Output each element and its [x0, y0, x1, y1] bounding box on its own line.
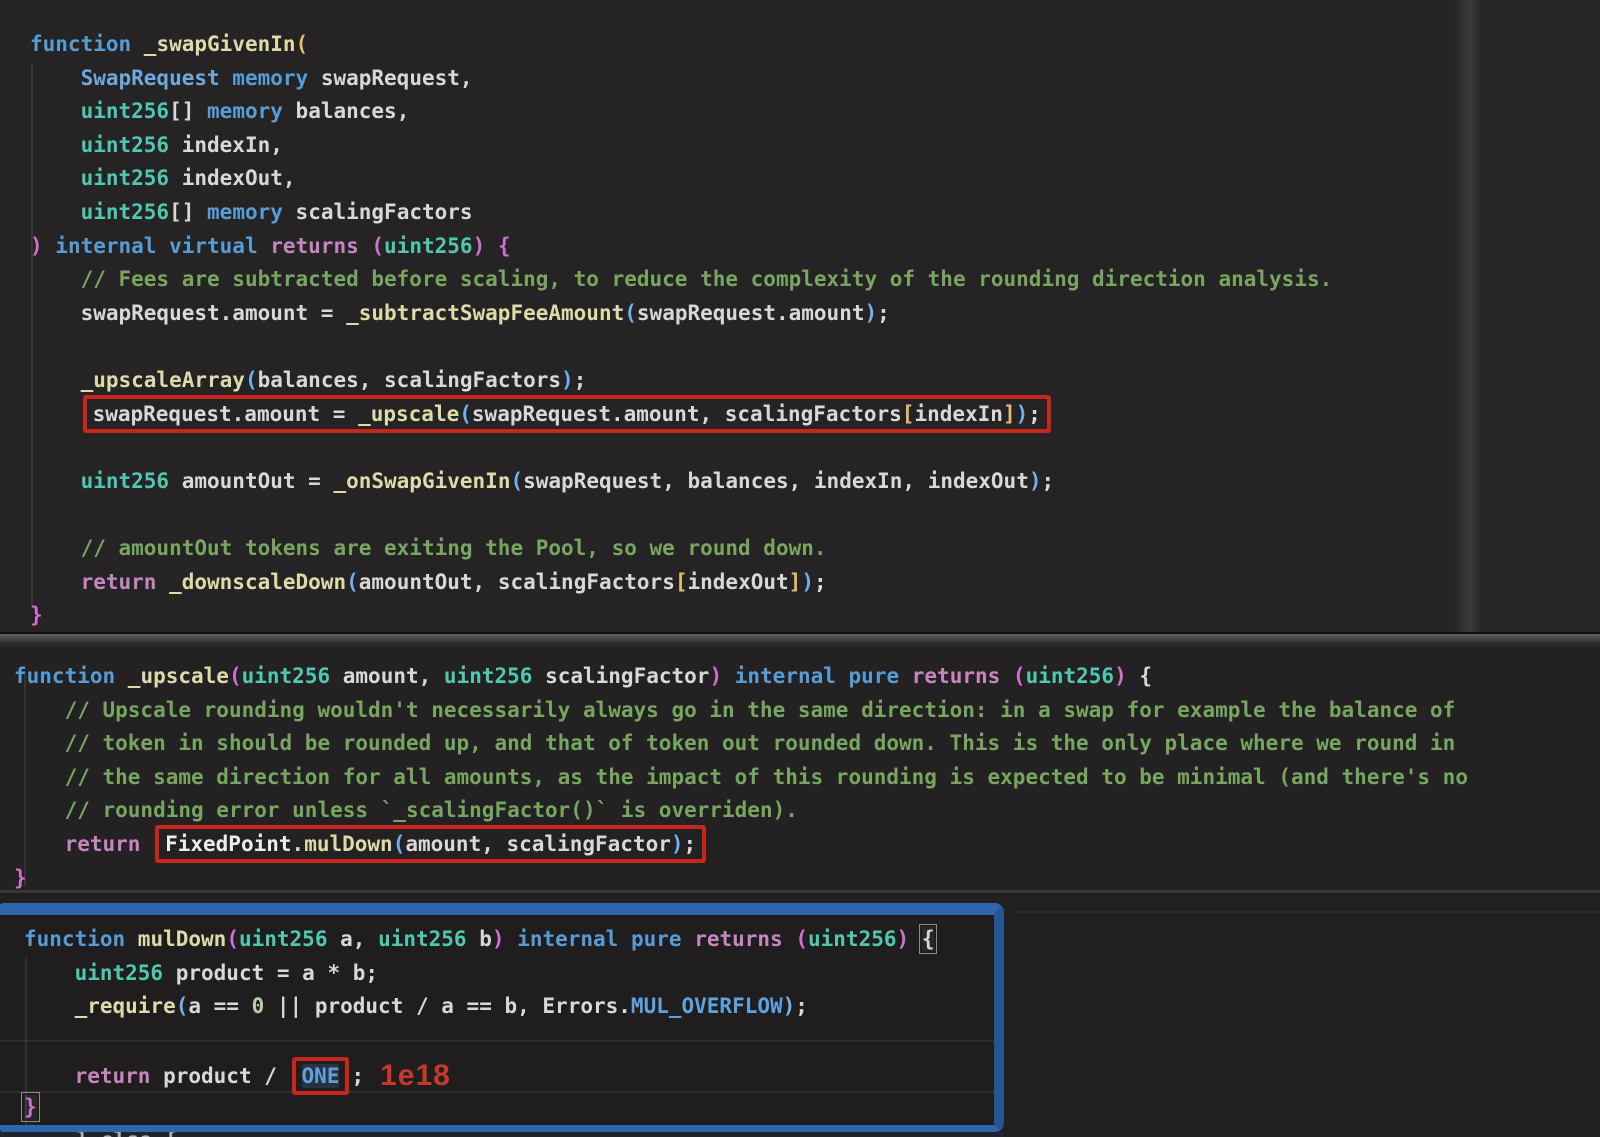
code-line: [30, 330, 1332, 364]
horizontal-divider: [0, 890, 1600, 893]
code-line: function _swapGivenIn(: [30, 28, 1332, 62]
code-line: // Upscale rounding wouldn't necessarily…: [14, 694, 1468, 728]
code-line: swapRequest.amount = _upscale(swapReques…: [30, 398, 1332, 432]
code-line: // Fees are subtracted before scaling, t…: [30, 263, 1332, 297]
code-line: uint256[] memory scalingFactors: [30, 196, 1332, 230]
code-line: return _downscaleDown(amountOut, scaling…: [30, 566, 1332, 600]
clipped-code-text: } else {: [0, 1132, 1004, 1137]
code-line: function mulDown(uint256 a, uint256 b) i…: [24, 923, 934, 957]
panel-top-glow: [0, 634, 1600, 649]
code-line: [30, 431, 1332, 465]
code-line: ) internal virtual returns (uint256) {: [30, 230, 1332, 264]
annotation-box: ONE: [292, 1057, 350, 1095]
annotation-text: 1e18: [380, 1059, 451, 1092]
clipped-code-line: } else {: [0, 1132, 1004, 1137]
code-line: function _upscale(uint256 amount, uint25…: [14, 660, 1468, 694]
code-line: SwapRequest memory swapRequest,: [30, 62, 1332, 96]
code-line: // amountOut tokens are exiting the Pool…: [30, 532, 1332, 566]
code-line: uint256 amountOut = _onSwapGivenIn(swapR…: [30, 465, 1332, 499]
code-line: [30, 498, 1332, 532]
code-block: function mulDown(uint256 a, uint256 b) i…: [24, 923, 934, 1125]
code-line: // token in should be rounded up, and th…: [14, 727, 1468, 761]
annotation-box: FixedPoint.mulDown(amount, scalingFactor…: [155, 825, 706, 863]
code-line: uint256[] memory balances,: [30, 95, 1332, 129]
code-line: return product / ONE;1e18: [24, 1057, 934, 1091]
code-panel-upscale: function _upscale(uint256 amount, uint25…: [0, 632, 1600, 893]
editor-right-gutter: [1485, 0, 1600, 632]
code-line: }: [30, 599, 1332, 633]
code-line: return FixedPoint.mulDown(amount, scalin…: [14, 828, 1468, 862]
horizontal-divider-faint: [1012, 911, 1600, 913]
code-line: _upscaleArray(balances, scalingFactors);: [30, 364, 1332, 398]
scrollbar[interactable]: [1453, 0, 1485, 632]
code-block: function _upscale(uint256 amount, uint25…: [14, 660, 1468, 895]
definition-popup-muldown[interactable]: function mulDown(uint256 a, uint256 b) i…: [0, 903, 1004, 1132]
code-line: uint256 product = a * b;: [24, 957, 934, 991]
code-line: // the same direction for all amounts, a…: [14, 761, 1468, 795]
code-block: function _swapGivenIn( SwapRequest memor…: [30, 28, 1332, 633]
code-line: // rounding error unless `_scalingFactor…: [14, 794, 1468, 828]
code-line: [24, 1024, 934, 1058]
code-panel-swap-given-in: function _swapGivenIn( SwapRequest memor…: [0, 0, 1600, 632]
screenshot-canvas: function _swapGivenIn( SwapRequest memor…: [0, 0, 1600, 1137]
code-line: uint256 indexIn,: [30, 129, 1332, 163]
code-line: }: [24, 1091, 934, 1125]
code-line: swapRequest.amount = _subtractSwapFeeAmo…: [30, 297, 1332, 331]
code-line: uint256 indexOut,: [30, 162, 1332, 196]
annotation-box: swapRequest.amount = _upscale(swapReques…: [83, 395, 1051, 433]
code-line: _require(a == 0 || product / a == b, Err…: [24, 990, 934, 1024]
